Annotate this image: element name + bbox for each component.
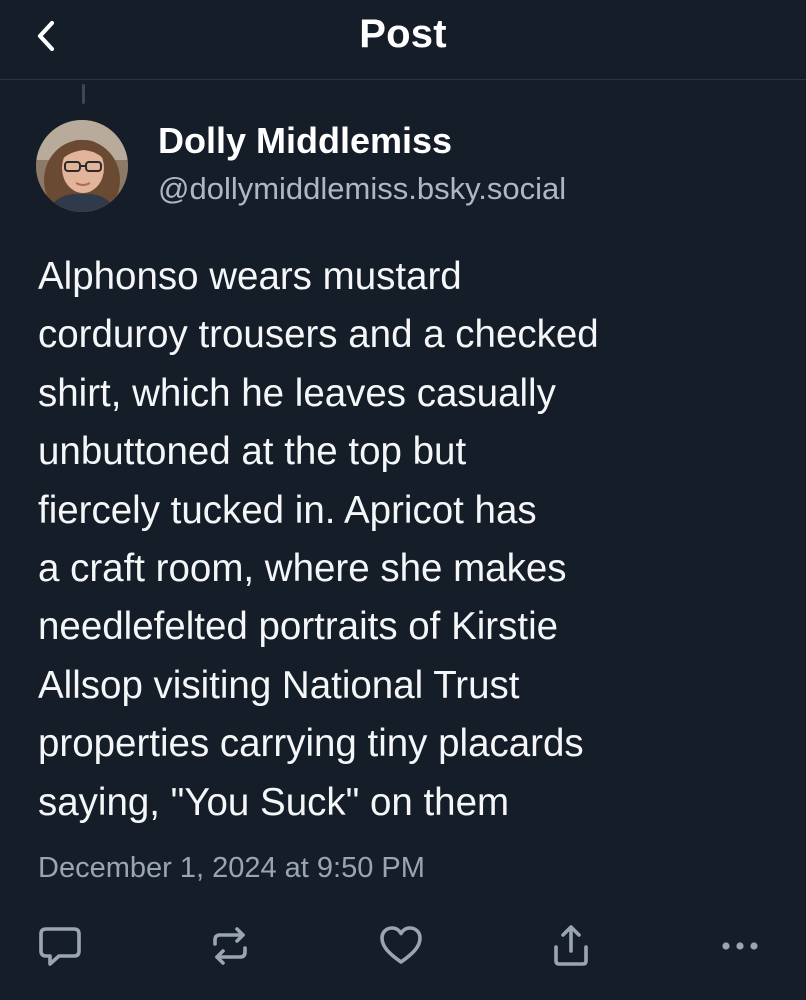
author-handle[interactable]: @dollymiddlemiss.bsky.social [158,171,566,207]
more-options-button[interactable] [714,920,766,972]
avatar[interactable] [36,120,128,212]
thread-line [82,84,85,104]
repost-icon [213,927,247,965]
post-text: Alphonso wears mustard corduroy trousers… [38,255,599,824]
top-bar: Post [0,0,806,80]
page-title: Post [359,12,447,56]
share-button[interactable] [545,920,597,972]
post-timestamp: December 1, 2024 at 9:50 PM [38,852,425,884]
author-name[interactable]: Dolly Middlemiss [158,120,452,162]
like-button[interactable] [375,920,427,972]
repost-button[interactable] [204,920,256,972]
heart-icon [380,926,422,964]
ellipsis-icon [722,942,758,950]
avatar-image [36,120,128,212]
speech-bubble-icon [39,927,81,966]
share-icon [554,925,588,966]
reply-button[interactable] [34,920,86,972]
